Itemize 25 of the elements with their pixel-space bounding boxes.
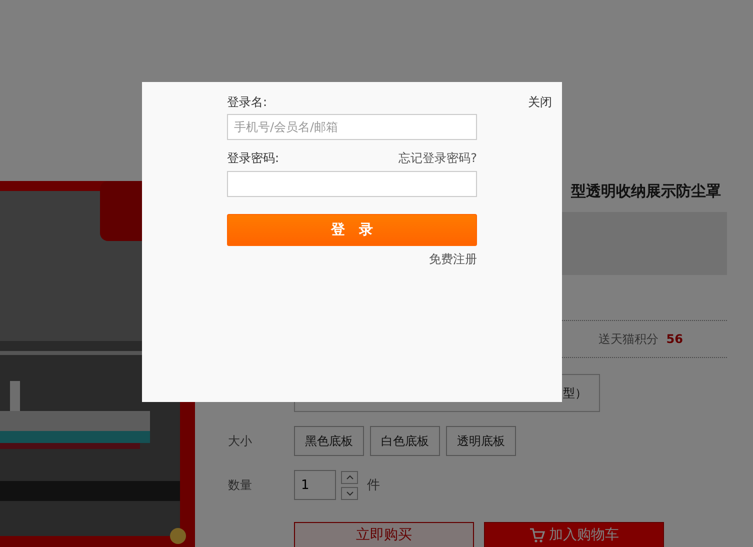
cart-icon <box>529 527 545 543</box>
points-value: 56 <box>666 332 683 346</box>
increase-button[interactable] <box>341 470 358 484</box>
size-option[interactable]: 白色底板 <box>370 426 440 456</box>
size-option[interactable]: 透明底板 <box>446 426 516 456</box>
login-button[interactable]: 登 录 <box>227 214 477 246</box>
close-link[interactable]: 关闭 <box>528 94 552 111</box>
buy-now-button[interactable]: 立即购买 <box>294 522 474 547</box>
forgot-password-link[interactable]: 忘记登录密码? <box>398 150 477 167</box>
password-field[interactable] <box>227 171 477 197</box>
quantity-unit: 件 <box>367 477 380 494</box>
quantity-field[interactable]: 1 <box>294 470 336 500</box>
size-label: 大小 <box>228 432 253 450</box>
decrease-button[interactable] <box>341 486 358 500</box>
chevron-down-icon <box>346 490 354 496</box>
quantity-label: 数量 <box>228 476 253 494</box>
size-option[interactable]: 黑色底板 <box>294 426 364 456</box>
username-label: 登录名: <box>227 94 268 110</box>
password-label: 登录密码: <box>227 150 280 167</box>
points-label: 送天猫积分 <box>598 330 658 348</box>
add-to-cart-button[interactable]: 加入购物车 <box>484 522 664 547</box>
username-field[interactable]: 手机号/会员名/邮箱 <box>227 114 477 140</box>
product-title: 型透明收纳展示防尘罩 <box>571 181 721 201</box>
register-link[interactable]: 免费注册 <box>429 251 477 268</box>
chevron-up-icon <box>346 474 354 480</box>
